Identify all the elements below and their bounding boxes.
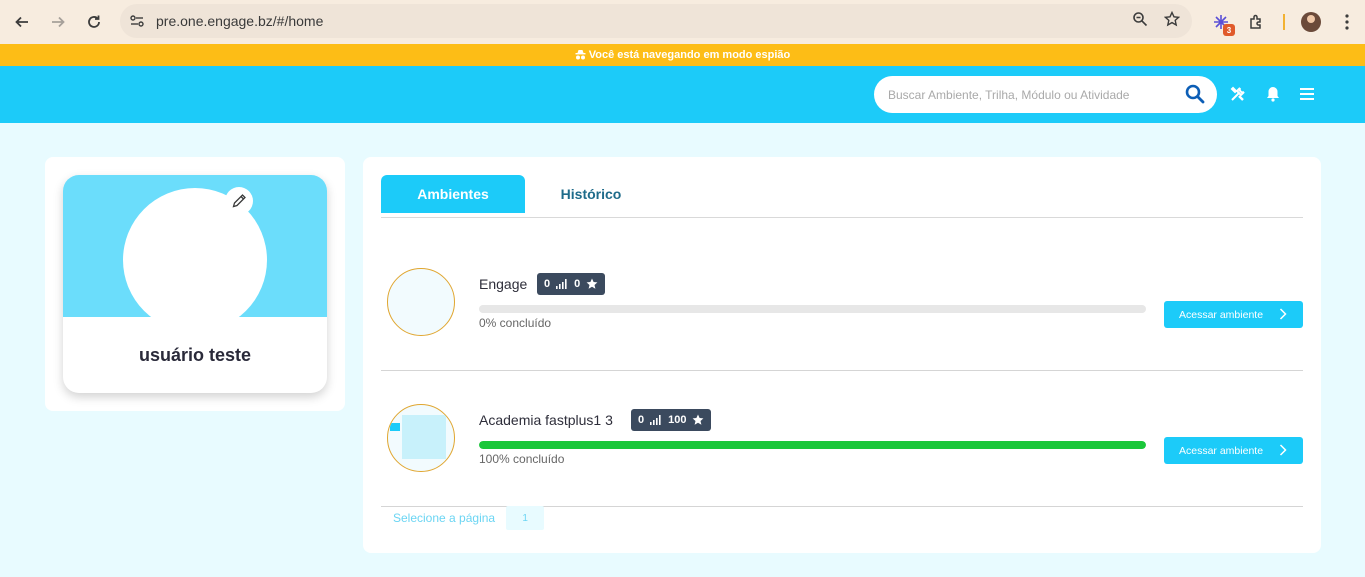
site-settings-icon[interactable] xyxy=(120,4,154,38)
app-header xyxy=(0,66,1365,123)
reload-button[interactable] xyxy=(76,4,112,40)
chevron-right-icon xyxy=(1279,444,1287,456)
progress-fill xyxy=(479,441,1146,449)
pagination-label: Selecione a página xyxy=(393,511,496,525)
search-input[interactable] xyxy=(888,87,1168,102)
tab-ambientes[interactable]: Ambientes xyxy=(381,175,525,213)
progress-text: 0% concluído xyxy=(479,316,552,330)
browser-menu-icon[interactable] xyxy=(1329,4,1365,40)
arrow-left-icon xyxy=(15,16,28,28)
environment-name: Academia fastplus1 3 xyxy=(479,412,613,428)
url-text[interactable]: pre.one.engage.bz/#/home xyxy=(156,13,323,29)
zoom-icon[interactable] xyxy=(1132,11,1148,32)
arrow-right-icon xyxy=(52,16,65,28)
page-number-button[interactable]: 1 xyxy=(506,506,545,530)
environment-image xyxy=(390,415,446,459)
extensions-icon[interactable] xyxy=(1239,4,1275,40)
extension-badge: 3 xyxy=(1223,24,1235,36)
search-icon[interactable] xyxy=(1185,84,1205,109)
star-icon xyxy=(693,414,704,425)
chevron-right-icon xyxy=(1279,308,1287,320)
bookmark-star-icon[interactable] xyxy=(1163,10,1181,32)
bell-icon[interactable] xyxy=(1264,85,1282,103)
signal-bars-icon xyxy=(650,415,661,425)
tab-historico[interactable]: Histórico xyxy=(525,175,657,213)
profile-card: usuário teste xyxy=(63,175,327,393)
progress-text: 100% concluído xyxy=(479,452,565,466)
progress-bar xyxy=(479,441,1146,449)
pagination: Selecione a página 1 xyxy=(381,506,545,530)
access-button-label: Acessar ambiente xyxy=(1179,444,1264,457)
environment-thumbnail xyxy=(387,404,455,472)
access-button-label: Acessar ambiente xyxy=(1179,308,1264,321)
spy-mode-banner: Você está navegando em modo espião xyxy=(0,44,1365,66)
extension-puzzle-badge-icon[interactable]: 3 xyxy=(1203,4,1239,40)
spy-icon xyxy=(575,50,586,60)
spy-banner-text: Você está navegando em modo espião xyxy=(588,49,791,61)
back-button[interactable] xyxy=(4,4,40,40)
tools-icon[interactable] xyxy=(1229,85,1247,103)
stat-stars-value: 100 xyxy=(668,414,687,426)
reload-icon xyxy=(88,15,100,28)
environment-thumbnail xyxy=(387,268,455,336)
toolbar-separator xyxy=(1283,14,1285,30)
stat-level-value: 0 xyxy=(638,414,645,426)
profile-name: usuário teste xyxy=(138,345,252,365)
signal-bars-icon xyxy=(556,279,567,289)
forward-button[interactable] xyxy=(40,4,76,40)
star-icon xyxy=(586,278,598,289)
hamburger-menu-icon[interactable] xyxy=(1298,85,1316,103)
access-environment-button[interactable]: Acessar ambiente xyxy=(1164,301,1303,328)
access-environment-button[interactable]: Acessar ambiente xyxy=(1164,437,1303,464)
main-panel: Ambientes Histórico Engage 0 0 0% conclu… xyxy=(363,157,1321,553)
profile-avatar-icon[interactable] xyxy=(1301,12,1321,32)
stat-level-value: 0 xyxy=(544,278,551,290)
environment-row: Engage 0 0 0% concluído Acessar ambiente xyxy=(381,235,1303,371)
browser-toolbar: pre.one.engage.bz/#/home 3 xyxy=(0,0,1365,44)
environment-row: Academia fastplus1 3 0 100 100% concluíd… xyxy=(381,371,1303,507)
address-bar[interactable]: pre.one.engage.bz/#/home xyxy=(120,4,1192,38)
pencil-icon xyxy=(232,194,246,208)
search-box xyxy=(874,76,1217,113)
progress-bar xyxy=(479,305,1146,313)
environment-stats-badge: 0 0 xyxy=(537,273,606,295)
environment-name: Engage xyxy=(479,276,528,292)
edit-profile-button[interactable] xyxy=(225,187,253,215)
stat-stars-value: 0 xyxy=(574,278,581,290)
environment-stats-badge: 0 100 xyxy=(631,409,712,431)
tab-bar: Ambientes Histórico xyxy=(381,175,1303,218)
profile-panel: usuário teste xyxy=(45,157,345,411)
